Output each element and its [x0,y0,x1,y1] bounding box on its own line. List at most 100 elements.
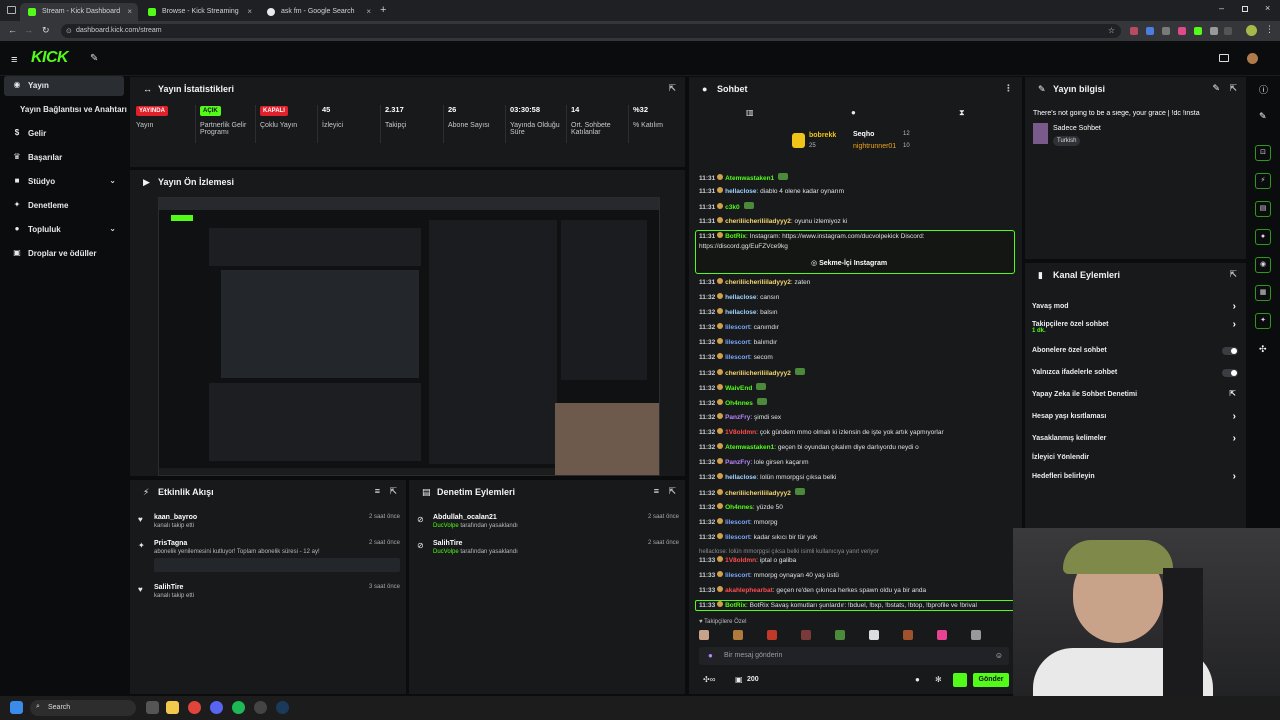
chat-username[interactable]: akahlephearbat [725,587,773,594]
chat-username[interactable]: lilescort [725,519,750,526]
toggle-switch[interactable] [1222,347,1238,355]
browser-menu-icon[interactable]: ⋮ [1265,24,1274,35]
emote-icon[interactable] [699,630,709,640]
chat-username[interactable]: cheriliicheriliiladyyy2 [725,370,791,377]
chat-username[interactable]: lilescort [725,534,750,541]
chat-username[interactable]: Atemwastaken1 [725,444,774,451]
gear-icon[interactable]: ✻ [935,675,942,684]
channel-action-item[interactable]: Yapay Zeka ile Sohbet Denetimi ⇱ [1032,389,1240,403]
filter-icon[interactable]: ≡ [375,486,380,496]
chat-username[interactable]: WaivEnd [725,385,752,392]
reload-icon[interactable]: ↻ [42,25,50,36]
extension-icon[interactable] [1194,27,1202,35]
chat-username[interactable]: 1V8oldmn [725,557,756,564]
browser-tab-active[interactable]: Stream - Kick Dashboard × [20,3,138,21]
edit-icon[interactable]: ✎ [1212,83,1220,94]
channel-action-item[interactable]: Yalnızca ifadelerle sohbet [1032,369,1240,381]
address-bar[interactable]: ⊙ dashboard.kick.com/stream ☆ [61,24,1121,38]
activity-username[interactable]: kaan_bayroo [154,514,400,521]
rail-wrench-icon[interactable]: ✦ [1255,313,1271,329]
extension-icon[interactable] [1162,27,1170,35]
channel-action-item[interactable]: Takipçilere özel sohbet 1 dk. › [1032,319,1240,334]
chat-username[interactable]: PanzFry [725,459,750,466]
spotify-icon[interactable] [232,701,245,714]
close-tab-icon[interactable]: × [366,7,371,16]
channel-action-item[interactable]: İzleyici Yönlendir [1032,454,1240,466]
bookmark-star-icon[interactable]: ☆ [1108,26,1115,35]
emote-icon[interactable] [835,630,845,640]
emote-icon[interactable] [869,630,879,640]
chat-username[interactable]: 1V8oldmn [725,429,756,436]
windows-menu-icon[interactable] [7,6,16,14]
pin-icon[interactable]: ✎ [90,53,98,64]
chat-username[interactable]: Atemwastaken1 [725,175,774,182]
sidebar-item-community[interactable]: ● Topluluk ⌄ [4,220,124,240]
gift-icon[interactable]: ▣ [735,675,743,684]
chat-username[interactable]: hellaclose [725,474,756,481]
profile-avatar[interactable] [1246,25,1257,36]
top-gifter-name[interactable]: nightrunner01 [853,143,896,150]
channel-action-item[interactable]: Yavaş mod › [1032,301,1240,315]
mic-icon[interactable]: ● [708,651,713,660]
extension-icon[interactable] [1146,27,1154,35]
activity-username[interactable]: SalihTire [154,584,400,591]
chat-username[interactable]: lilescort [725,339,750,346]
taskbar-search[interactable]: ⌕ Search [30,700,136,716]
chat-username[interactable]: cheriliicheriliiladyyy2 [725,279,791,286]
moderator-name[interactable]: DucVolpe [433,549,459,555]
rail-broadcast-icon[interactable]: ◉ [1255,257,1271,273]
emote-icon[interactable] [937,630,947,640]
chat-username[interactable]: lilescort [725,324,750,331]
chat-username[interactable]: lilescort [725,354,750,361]
stream-preview-video[interactable] [158,197,660,476]
close-tab-icon[interactable]: × [127,7,132,16]
chat-menu-icon[interactable]: ⋮ [1004,83,1013,94]
sidebar-item-revenue[interactable]: $ Gelir [4,124,124,144]
new-tab-icon[interactable]: + [380,4,386,16]
close-tab-icon[interactable]: × [247,7,252,16]
emote-icon[interactable] [733,630,743,640]
top-gifter-name[interactable]: bobrekk [809,132,836,139]
channel-action-item[interactable]: Abonelere özel sohbet [1032,347,1240,359]
site-info-icon[interactable]: ⊙ [66,27,72,35]
hourglass-icon[interactable]: ⧗ [959,108,965,118]
back-icon[interactable]: ← [8,25,17,35]
sidebar-item-drops[interactable]: ▣ Droplar ve ödüller [4,244,124,264]
emoji-icon[interactable]: ☺ [995,651,1003,660]
browser-tab[interactable]: ask fm - Google Search × [259,3,377,21]
chat-username[interactable]: cheriliicheriliiladyyy2 [725,490,791,497]
hamburger-menu-icon[interactable]: ≡ [11,54,17,66]
send-button[interactable]: Gönder [973,673,1009,687]
rail-chat-icon[interactable]: ● [1255,229,1271,245]
task-view-icon[interactable] [146,701,159,714]
banned-username[interactable]: Abdullah_ocalan21 [433,514,679,521]
chat-username[interactable]: cheriliicheriliiladyyy2 [725,218,791,225]
emote-icon[interactable] [767,630,777,640]
category-name[interactable]: Sadece Sohbet [1053,125,1101,132]
popout-icon[interactable]: ⇱ [668,83,676,94]
extension-icon[interactable] [1178,27,1186,35]
windows-start-icon[interactable] [10,701,23,714]
channel-action-item[interactable]: Hesap yaşı kısıtlaması › [1032,411,1240,425]
rail-layout-icon[interactable]: ▦ [1255,285,1271,301]
chat-username[interactable]: lilescort [725,572,750,579]
moderator-name[interactable]: DucVolpe [433,523,459,529]
chat-input[interactable]: ● Bir mesaj gönderin ☺ [699,647,1009,665]
kick-emote-icon[interactable] [953,673,967,687]
popout-icon[interactable]: ⇱ [1229,83,1237,94]
chat-username[interactable]: PanzFry [725,414,750,421]
chat-username[interactable]: Oh4nnes [725,400,753,407]
instagram-link-button[interactable]: ◎ Sekme-İçi Instagram [811,259,887,267]
chat-username[interactable]: hellaclose [725,294,756,301]
creator-dashboard-icon[interactable] [1219,54,1229,62]
popout-icon[interactable]: ⇱ [668,486,676,497]
minimize-icon[interactable]: – [1219,3,1224,13]
chrome-icon[interactable] [188,701,201,714]
sidebar-item-moderation[interactable]: ✦ Denetleme [4,196,124,216]
steam-icon[interactable] [276,701,289,714]
chat-username[interactable]: BotRix [725,233,746,240]
edit-pen-icon[interactable]: ✎ [1259,111,1267,122]
close-window-icon[interactable]: × [1265,3,1270,13]
forward-icon[interactable]: → [24,25,33,35]
activity-username[interactable]: PrisTagna [154,540,400,547]
